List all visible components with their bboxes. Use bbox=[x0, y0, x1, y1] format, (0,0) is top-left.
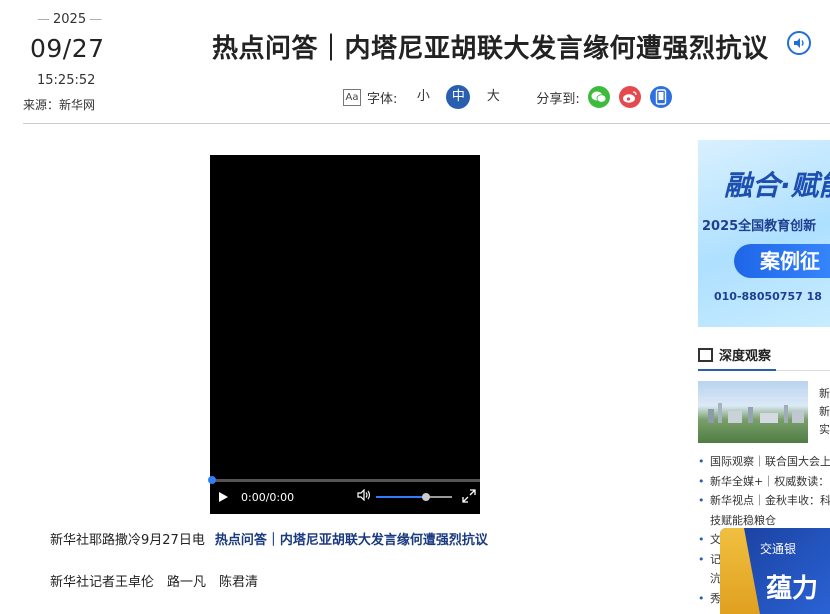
fullscreen-icon[interactable] bbox=[462, 489, 476, 503]
section-window-icon bbox=[698, 347, 713, 362]
news-item[interactable]: 新华全媒+｜权威数读： bbox=[698, 472, 830, 492]
wechat-icon bbox=[591, 91, 607, 103]
mobile-icon bbox=[655, 89, 666, 105]
header-divider bbox=[23, 123, 830, 124]
publish-time: 15:25:52 bbox=[37, 73, 96, 88]
banner-script-text: 融合·赋能 bbox=[724, 169, 830, 202]
volume-handle[interactable] bbox=[422, 493, 431, 501]
page-title: 热点问答｜内塔尼亚胡联大发言缘何遭强烈抗议 bbox=[212, 34, 769, 64]
weibo-icon bbox=[622, 91, 637, 103]
video-time: 0:00/0:00 bbox=[241, 491, 295, 504]
sidebar-banner-ad[interactable]: 融合·赋能 2025全国教育创新 案例征 010-88050757 18 bbox=[698, 140, 830, 327]
publish-year: —2025— bbox=[37, 12, 103, 27]
industrial-scene-image bbox=[708, 403, 804, 423]
play-icon[interactable] bbox=[219, 492, 228, 502]
section-header: 深度观察 bbox=[698, 345, 771, 364]
font-size-icon: Aa bbox=[343, 88, 361, 106]
font-size-large-button[interactable]: 大 bbox=[481, 85, 505, 109]
banner-headline: 2025全国教育创新 bbox=[702, 219, 817, 234]
speaker-icon bbox=[794, 38, 804, 48]
article-title-link[interactable]: 热点问答｜内塔尼亚胡联大发言缘何遭强烈抗议 bbox=[215, 533, 488, 548]
video-progress-handle[interactable] bbox=[208, 476, 216, 484]
volume-slider[interactable] bbox=[376, 493, 452, 501]
banner-phone: 010-88050757 18 bbox=[714, 290, 822, 303]
news-item[interactable]: 新华视点｜金秋丰收：科 bbox=[698, 491, 830, 511]
section-divider-accent bbox=[698, 369, 776, 371]
section-title: 深度观察 bbox=[719, 349, 772, 364]
audio-play-button[interactable] bbox=[787, 31, 811, 55]
thumbnail-caption[interactable]: 新新实 bbox=[819, 385, 830, 439]
news-item[interactable]: 国际观察｜联合国大会上 bbox=[698, 452, 830, 472]
share-mobile-button[interactable] bbox=[649, 86, 672, 108]
ad-gold-ribbon bbox=[720, 528, 760, 614]
banner-pill: 案例征 bbox=[734, 244, 830, 278]
font-size-medium-button[interactable]: 中 bbox=[446, 85, 471, 109]
article-byline: 新华社记者王卓伦 路一凡 陈君清 bbox=[50, 575, 259, 590]
dateline: 新华社耶路撒冷9月27日电 bbox=[50, 533, 205, 548]
article-toolbar: Aa 字体: 小 中 大 分享到: bbox=[343, 85, 681, 109]
article-source: 来源：新华网 bbox=[23, 98, 96, 112]
ad-headline: 蕴力 bbox=[766, 574, 819, 604]
volume-icon[interactable] bbox=[357, 489, 371, 501]
video-progress-bar[interactable] bbox=[208, 476, 480, 484]
share-label: 分享到: bbox=[536, 91, 580, 107]
news-thumbnail[interactable] bbox=[698, 381, 808, 443]
publish-date: 09/27 bbox=[30, 34, 105, 63]
article-lead: 新华社耶路撒冷9月27日电 热点问答｜内塔尼亚胡联大发言缘何遭强烈抗议 bbox=[50, 529, 488, 548]
share-wechat-button[interactable] bbox=[587, 86, 610, 108]
volume-level bbox=[376, 496, 427, 498]
bank-logo-text: 交通银 bbox=[760, 542, 797, 556]
share-weibo-button[interactable] bbox=[618, 86, 641, 108]
video-player[interactable]: 0:00/0:00 bbox=[208, 155, 480, 514]
floating-bank-ad[interactable]: 交通银 蕴力 bbox=[720, 528, 830, 614]
font-size-small-button[interactable]: 小 bbox=[411, 85, 435, 109]
font-size-label: 字体: bbox=[367, 91, 398, 107]
